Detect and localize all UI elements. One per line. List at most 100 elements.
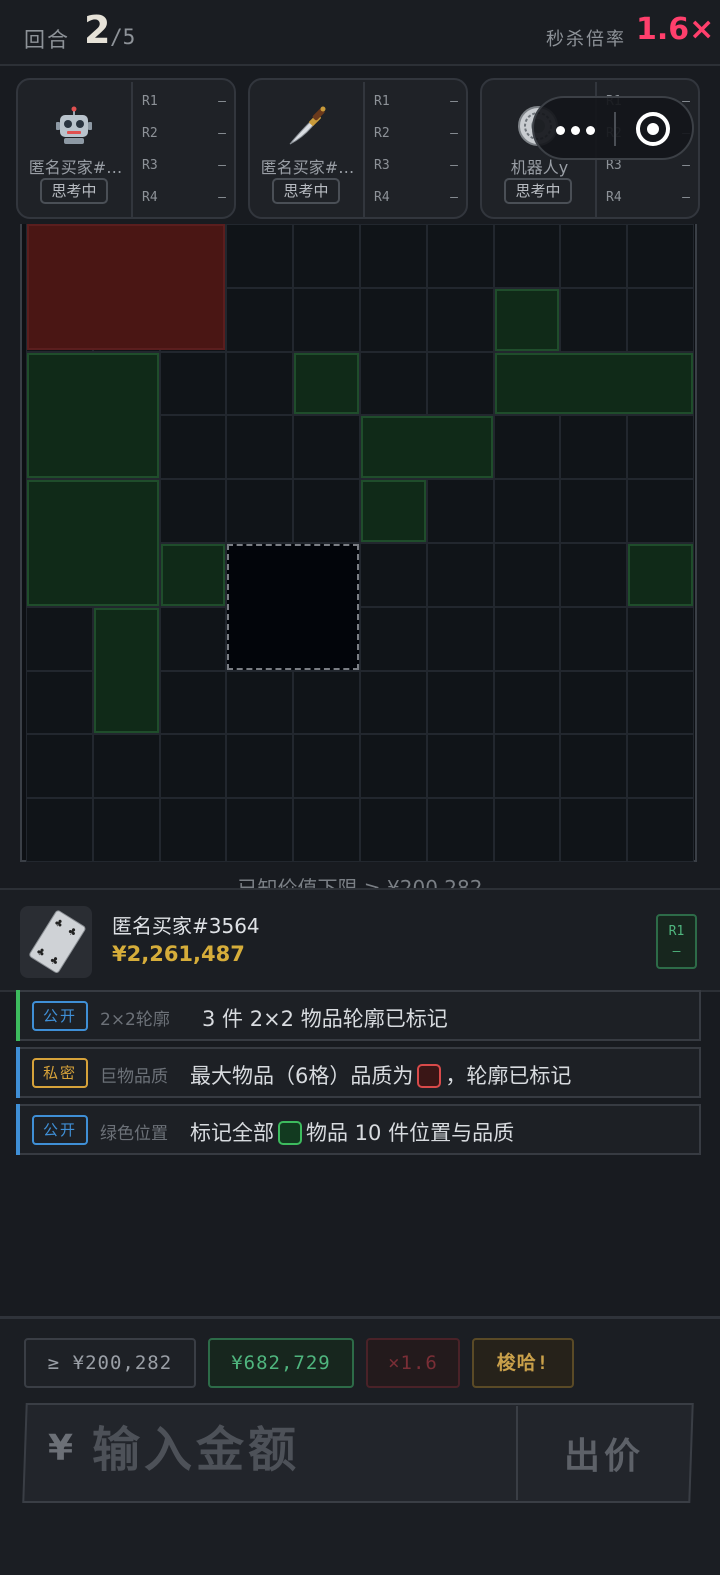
grid-cell[interactable] xyxy=(493,734,561,799)
grid-cell[interactable] xyxy=(293,224,360,288)
grid-cell[interactable] xyxy=(159,351,227,416)
hint-text-main: 最大物品（6格）品质为 xyxy=(190,1064,414,1088)
grid-cell[interactable] xyxy=(493,479,561,543)
grid-cell[interactable] xyxy=(26,798,93,862)
grid-cell[interactable] xyxy=(26,734,93,799)
grid-cell[interactable] xyxy=(560,670,628,735)
round-row-r1: R1 — xyxy=(142,94,226,109)
grid-cell[interactable] xyxy=(226,351,294,416)
hint-accent-bar xyxy=(16,1104,20,1155)
green-item-block[interactable] xyxy=(494,352,693,415)
grid-cell[interactable] xyxy=(159,798,227,862)
grid-cell[interactable] xyxy=(226,224,294,288)
grid-cell[interactable] xyxy=(426,798,494,862)
grid-cell[interactable] xyxy=(560,606,628,671)
grid-cell[interactable] xyxy=(293,670,360,735)
quick-bid-mid-button[interactable]: ¥682,729 xyxy=(208,1338,354,1388)
green-item-block[interactable] xyxy=(27,352,159,479)
grid-cell[interactable] xyxy=(226,670,294,735)
green-item-block[interactable] xyxy=(93,607,159,734)
unknown-item-outline[interactable] xyxy=(227,544,359,670)
grid-cell[interactable] xyxy=(560,798,628,862)
grid-cell[interactable] xyxy=(426,479,494,543)
quick-bid-min-button[interactable]: ≥ ¥200,282 xyxy=(24,1338,196,1388)
grid-cell[interactable] xyxy=(360,670,427,735)
grid-cell[interactable] xyxy=(360,606,427,671)
grid-cell[interactable] xyxy=(493,415,561,480)
green-item-block[interactable] xyxy=(160,544,226,606)
grid-cell[interactable] xyxy=(426,734,494,799)
grid-cell[interactable] xyxy=(293,479,360,543)
grid-cell[interactable] xyxy=(493,224,561,288)
grid-cell[interactable] xyxy=(226,479,294,543)
grid-cell[interactable] xyxy=(560,224,628,288)
grid-cell[interactable] xyxy=(92,734,160,799)
grid-cell[interactable] xyxy=(293,734,360,799)
round-row-r2: R2 — xyxy=(374,126,458,141)
grid-cell[interactable] xyxy=(360,287,427,352)
player-status: 思考中 xyxy=(272,178,340,204)
green-item-block[interactable] xyxy=(494,288,560,351)
green-item-block[interactable] xyxy=(361,480,426,542)
grid-cell[interactable] xyxy=(627,479,694,543)
grid-cell[interactable] xyxy=(560,287,628,352)
grid-cell[interactable] xyxy=(493,670,561,735)
grid-cell[interactable] xyxy=(226,287,294,352)
green-item-block[interactable] xyxy=(628,544,693,606)
round-label: 回合 xyxy=(24,28,70,52)
grid-cell[interactable] xyxy=(493,606,561,671)
grid-cell[interactable] xyxy=(426,543,494,607)
grid-cell[interactable] xyxy=(293,798,360,862)
grid-cell[interactable] xyxy=(627,670,694,735)
grid-cell[interactable] xyxy=(360,798,427,862)
grid-cell[interactable] xyxy=(92,798,160,862)
grid-cell[interactable] xyxy=(426,606,494,671)
grid-cell[interactable] xyxy=(159,670,227,735)
grid-cell[interactable] xyxy=(627,224,694,288)
grid-cell[interactable] xyxy=(226,798,294,862)
grid-cell[interactable] xyxy=(360,224,427,288)
close-target-icon[interactable] xyxy=(636,112,670,146)
grid-cell[interactable] xyxy=(226,415,294,480)
round-value: — xyxy=(218,94,226,109)
grid-cell[interactable] xyxy=(560,734,628,799)
grid-cell[interactable] xyxy=(360,734,427,799)
grid-cell[interactable] xyxy=(26,606,93,671)
grid-cell[interactable] xyxy=(560,479,628,543)
bid-amount-input[interactable] xyxy=(92,1414,502,1486)
grid-cell[interactable] xyxy=(560,415,628,480)
red-item-block[interactable] xyxy=(27,224,226,350)
grid-cell[interactable] xyxy=(493,543,561,607)
miniprogram-capsule xyxy=(532,96,694,160)
grid-cell[interactable] xyxy=(426,351,494,416)
grid-cell[interactable] xyxy=(627,798,694,862)
grid-cell[interactable] xyxy=(426,670,494,735)
grid-cell[interactable] xyxy=(627,415,694,480)
player-card-1[interactable]: 匿名买家#… 思考中 R1 — R2 — R3 — R4 — xyxy=(16,78,236,219)
grid-cell[interactable] xyxy=(627,606,694,671)
green-item-block[interactable] xyxy=(361,416,493,479)
quick-bid-multiplier-button[interactable]: ×1.6 xyxy=(366,1338,460,1388)
green-item-block[interactable] xyxy=(27,480,159,606)
submit-bid-button[interactable]: 出价 xyxy=(520,1406,688,1500)
all-in-button[interactable]: 梭哈! xyxy=(472,1338,574,1388)
grid-cell[interactable] xyxy=(493,798,561,862)
grid-cell[interactable] xyxy=(293,415,360,480)
grid-cell[interactable] xyxy=(159,415,227,480)
grid-cell[interactable] xyxy=(159,606,227,671)
grid-cell[interactable] xyxy=(26,670,93,735)
grid-cell[interactable] xyxy=(560,543,628,607)
green-item-block[interactable] xyxy=(294,352,359,415)
grid-cell[interactable] xyxy=(360,351,427,416)
grid-cell[interactable] xyxy=(159,479,227,543)
grid-cell[interactable] xyxy=(627,734,694,799)
grid-cell[interactable] xyxy=(360,543,427,607)
grid-cell[interactable] xyxy=(426,224,494,288)
grid-cell[interactable] xyxy=(293,287,360,352)
grid-cell[interactable] xyxy=(627,287,694,352)
more-icon[interactable] xyxy=(556,126,596,136)
grid-cell[interactable] xyxy=(159,734,227,799)
grid-cell[interactable] xyxy=(226,734,294,799)
grid-cell[interactable] xyxy=(426,287,494,352)
player-card-2[interactable]: 匿名买家#… 思考中 R1 — R2 — R3 — R4 — xyxy=(248,78,468,219)
